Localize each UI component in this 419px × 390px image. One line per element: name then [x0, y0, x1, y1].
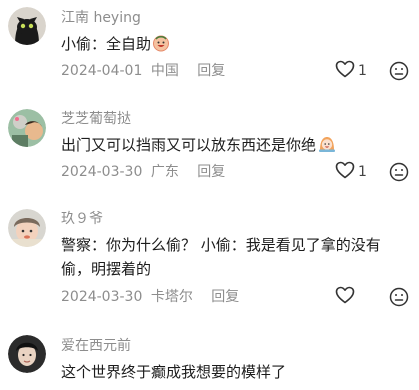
comment-location: 卡塔尔 [150, 289, 193, 305]
comment-meta: 2024-03-30 卡塔尔 回复 [61, 288, 239, 306]
comment-location: 中国 [150, 63, 179, 79]
like-count: 1 [358, 63, 367, 79]
comment-text-content: 出门又可以挡雨又可以放东西还是你绝 [61, 136, 317, 154]
comment-feed: 江南 heying 小偷：全自助 2024-04-01 中国 回复 1 芝芝葡萄… [0, 0, 419, 390]
comment-text: 这个世界终于癫成我想要的模样了 [61, 360, 401, 384]
comment-author[interactable]: 江南 heying [61, 9, 141, 27]
comment-meta: 2024-03-30 广东 回复 [61, 163, 225, 181]
neutral-face-outline-icon [389, 61, 409, 85]
reply-button[interactable]: 回复 [197, 63, 225, 79]
comment-text: 警察：你为什么偷？ 小偷：我是看见了拿的没有 偷，明摆着的 [61, 233, 401, 281]
dislike-button[interactable] [389, 61, 409, 81]
comment-text: 出门又可以挡雨又可以放东西还是你绝 [61, 133, 401, 160]
like-button[interactable] [335, 286, 355, 308]
dislike-button[interactable] [389, 162, 409, 182]
comment-author[interactable]: 芝芝葡萄挞 [61, 110, 131, 128]
dislike-button[interactable] [389, 287, 409, 307]
comment-date: 2024-03-30 [61, 289, 143, 305]
comment-date: 2024-04-01 [61, 63, 143, 79]
grinning-face-emoji [152, 34, 170, 59]
neutral-face-outline-icon [389, 162, 409, 186]
comment-author[interactable]: 玖９爷 [61, 210, 103, 228]
like-button[interactable]: 1 [335, 161, 367, 183]
reply-button[interactable]: 回复 [211, 289, 239, 305]
comment-author[interactable]: 爱在西元前 [61, 337, 131, 355]
reply-button[interactable]: 回复 [197, 164, 225, 180]
avatar[interactable] [8, 109, 46, 147]
comment-text-content: 这个世界终于癫成我想要的模样了 [61, 363, 287, 381]
comment-text-line: 偷，明摆着的 [61, 260, 152, 278]
avatar[interactable] [8, 7, 46, 45]
comment-date: 2024-03-30 [61, 164, 143, 180]
comment-text-content: 小偷：全自助 [61, 35, 152, 53]
comment-meta: 2024-04-01 中国 回复 [61, 62, 225, 80]
avatar[interactable] [8, 209, 46, 247]
heart-outline-icon [335, 286, 355, 308]
like-count: 1 [358, 164, 367, 180]
baby-face-emoji [317, 135, 337, 160]
comment-location: 广东 [150, 164, 179, 180]
heart-outline-icon [335, 60, 355, 82]
comment-text: 小偷：全自助 [61, 32, 401, 59]
like-button[interactable]: 1 [335, 60, 367, 82]
neutral-face-outline-icon [389, 287, 409, 311]
avatar[interactable] [8, 335, 46, 373]
comment-text-line: 警察：你为什么偷？ 小偷：我是看见了拿的没有 [61, 236, 381, 254]
heart-outline-icon [335, 161, 355, 183]
